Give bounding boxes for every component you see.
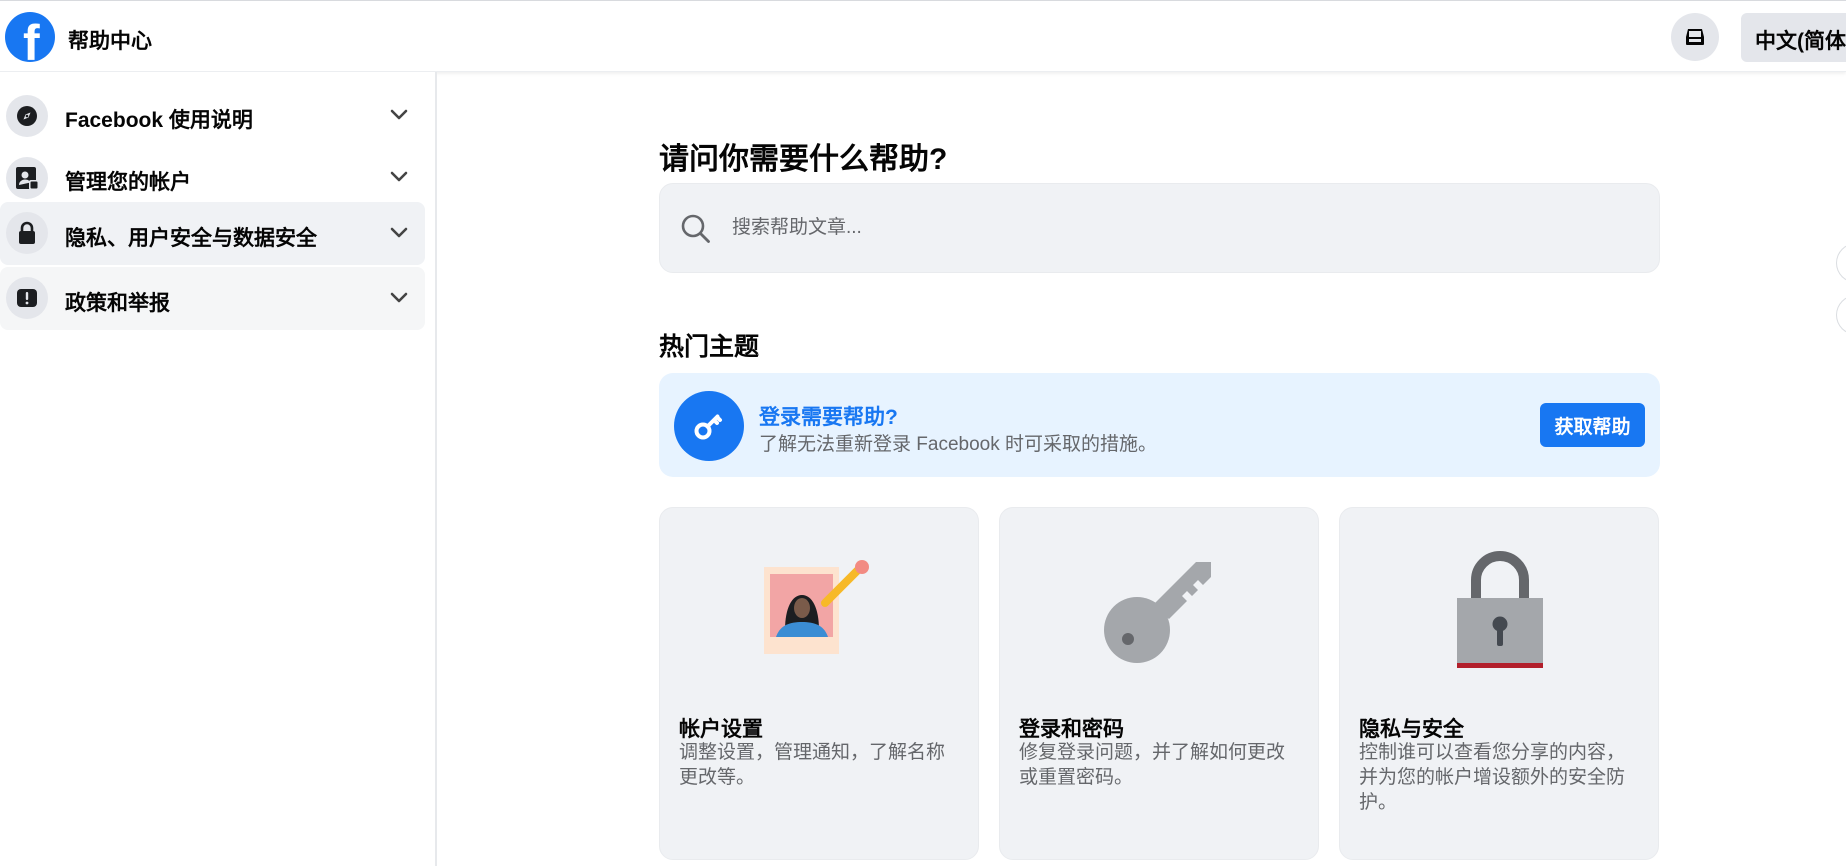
search-icon [681, 214, 710, 243]
lock-icon [19, 221, 35, 244]
topic-card-account-settings[interactable]: 帐户设置 调整设置，管理通知，了解名称更改等。 [659, 507, 979, 860]
search-bar[interactable] [659, 183, 1660, 273]
alert-icon [17, 289, 37, 307]
language-selector[interactable]: 中文(简体) [1741, 13, 1846, 62]
sidebar-item-label: 管理您的帐户 [65, 171, 191, 194]
sidebar-item-manage-account[interactable]: 管理您的帐户 [0, 148, 425, 208]
get-help-button[interactable]: 获取帮助 [1540, 403, 1645, 447]
sidebar-item-policies-reporting[interactable]: 政策和举报 [0, 267, 425, 330]
login-help-banner: 登录需要帮助? 了解无法重新登录 Facebook 时可采取的措施。 获取帮助 [659, 373, 1660, 477]
key-icon [694, 414, 722, 440]
card-title: 登录和密码 [1019, 718, 1124, 741]
banner-icon-circle [674, 391, 744, 461]
inbox-button[interactable] [1671, 13, 1719, 61]
sidebar-item-label: 政策和举报 [65, 292, 170, 315]
page-title: 请问你需要什么帮助? [659, 143, 948, 176]
card-title: 隐私与安全 [1359, 718, 1464, 741]
compass-icon [17, 106, 37, 126]
profile-photo-pencil-icon [764, 560, 869, 654]
topic-card-privacy-security[interactable]: 隐私与安全 控制谁可以查看您分享的内容，并为您的帐户增设额外的安全防护。 [1339, 507, 1659, 860]
banner-title[interactable]: 登录需要帮助? [759, 401, 898, 431]
topic-card-login-password[interactable]: 登录和密码 修复登录问题，并了解如何更改或重置密码。 [999, 507, 1319, 860]
sidebar-item-label: 隐私、用户安全与数据安全 [65, 227, 317, 250]
logo-letter: f [23, 15, 40, 62]
sidebar-item-using-facebook[interactable]: Facebook 使用说明 [0, 86, 425, 146]
sidebar-item-privacy-safety[interactable]: 隐私、用户安全与数据安全 [0, 202, 425, 265]
chevron-down-icon [390, 109, 408, 120]
chevron-down-icon [390, 171, 408, 182]
sidebar-item-label: Facebook 使用说明 [65, 109, 253, 132]
key-illustration-icon [1104, 562, 1211, 663]
inbox-icon [1686, 29, 1704, 45]
top-header: f 帮助中心 中文(简体) [0, 1, 1846, 72]
card-description: 调整设置，管理通知，了解名称更改等。 [679, 742, 946, 788]
search-input[interactable] [732, 210, 1632, 246]
help-center-title[interactable]: 帮助中心 [68, 25, 152, 55]
side-panel-control-top[interactable] [1836, 243, 1846, 283]
card-title: 帐户设置 [679, 718, 763, 741]
sidebar: Facebook 使用说明 管理您的帐户 隐私、用户安全与数据安全 政策和举报 [0, 72, 437, 866]
chevron-down-icon [390, 227, 408, 238]
chevron-down-icon [390, 292, 408, 303]
side-panel-control-bottom[interactable] [1836, 295, 1846, 335]
popular-topics-heading: 热门主题 [659, 333, 760, 361]
account-icon [16, 167, 39, 190]
banner-description: 了解无法重新登录 Facebook 时可采取的措施。 [759, 434, 1157, 455]
facebook-logo[interactable]: f [5, 12, 55, 62]
card-description: 修复登录问题，并了解如何更改或重置密码。 [1019, 742, 1286, 788]
padlock-illustration-icon [1457, 551, 1543, 668]
card-description: 控制谁可以查看您分享的内容，并为您的帐户增设额外的安全防护。 [1359, 742, 1626, 813]
